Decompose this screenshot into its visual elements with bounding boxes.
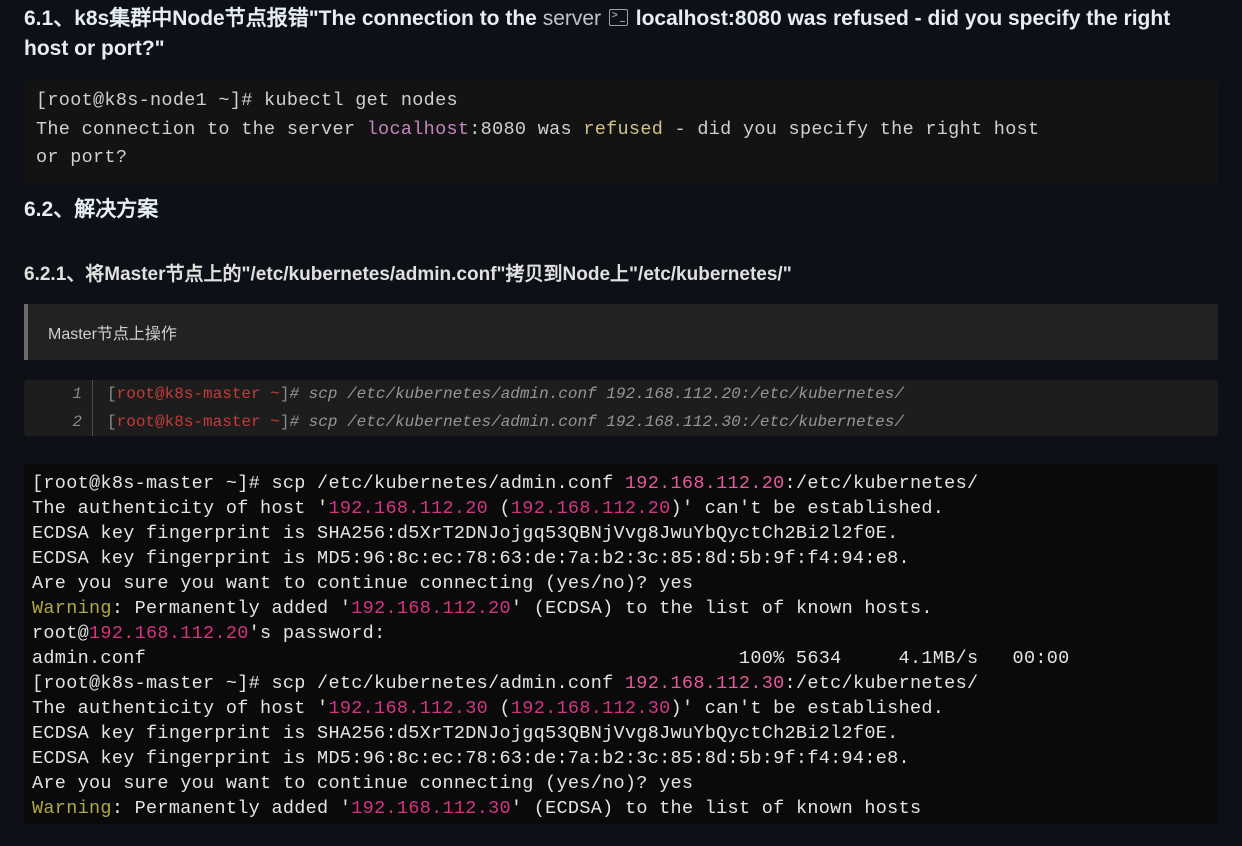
heading-text: 6.1、k8s集群中Node节点报错"The connection to the [24, 7, 543, 30]
line-number: 1 [24, 380, 93, 408]
code-content: [root@k8s-master ~]# scp /etc/kubernetes… [93, 380, 1219, 408]
heading-6-1: 6.1、k8s集群中Node节点报错"The connection to the… [24, 4, 1218, 65]
prompt: [root@k8s-node1 ~]# [36, 90, 264, 111]
line-number: 2 [24, 408, 93, 436]
command: kubectl get nodes [264, 90, 458, 111]
heading-6-2: 6.2、解决方案 [24, 195, 1218, 225]
term-text: or port? [36, 147, 127, 168]
term-host: localhost [367, 119, 470, 140]
heading-6-2-1: 6.2.1、将Master节点上的"/etc/kubernetes/admin.… [24, 259, 1218, 286]
term-text: - did you specify the right host [663, 119, 1039, 140]
code-block-scp: 1 [root@k8s-master ~]# scp /etc/kubernet… [24, 380, 1218, 436]
term-text: The connection to the server [36, 119, 367, 140]
code-line: 2 [root@k8s-master ~]# scp /etc/kubernet… [24, 408, 1218, 436]
terminal-icon [609, 9, 628, 26]
heading-server-word: server [543, 7, 601, 30]
article-body: 6.1、k8s集群中Node节点报错"The connection to the… [0, 4, 1242, 844]
blockquote-master-op: Master节点上操作 [24, 304, 1218, 360]
term-text: :8080 was [469, 119, 583, 140]
blockquote-text: Master节点上操作 [48, 326, 177, 343]
term-refused: refused [583, 119, 663, 140]
code-content: [root@k8s-master ~]# scp /etc/kubernetes… [93, 408, 1219, 436]
terminal-output-2: [root@k8s-master ~]# scp /etc/kubernetes… [24, 464, 1218, 824]
code-line: 1 [root@k8s-master ~]# scp /etc/kubernet… [24, 380, 1218, 408]
terminal-output-1: [root@k8s-node1 ~]# kubectl get nodes Th… [24, 81, 1218, 185]
